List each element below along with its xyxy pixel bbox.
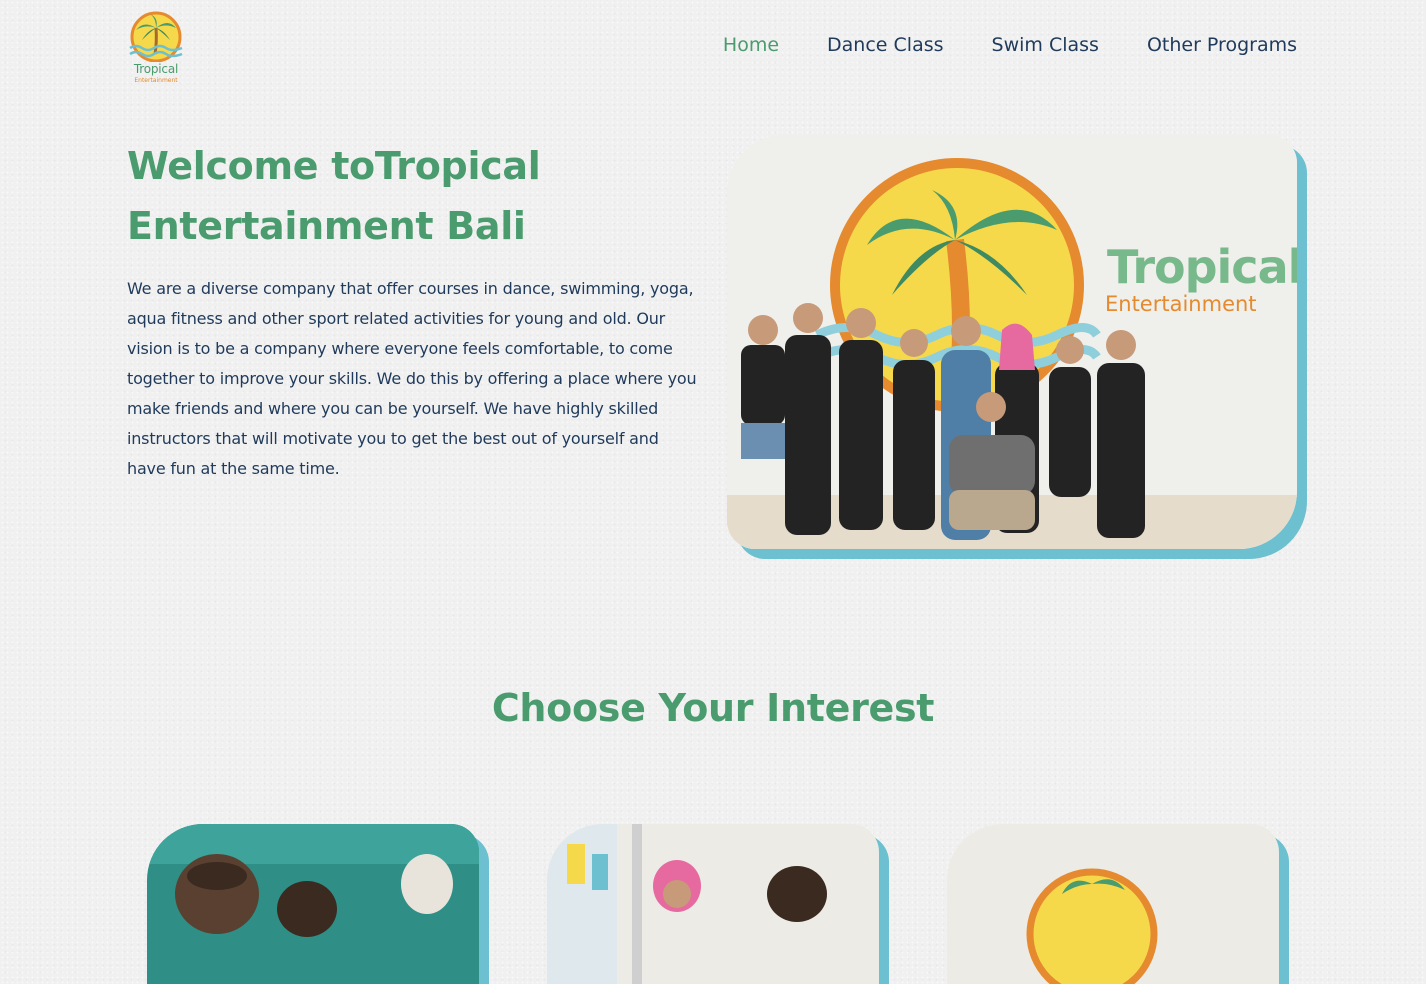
interest-card-dance[interactable]	[547, 824, 889, 984]
nav-item-dance-class[interactable]: Dance Class	[827, 34, 943, 56]
interest-card-photo	[547, 824, 879, 984]
interest-card-swim[interactable]	[147, 824, 489, 984]
logo-wordmark: Tropical	[133, 62, 179, 76]
hero-title: Welcome toTropical Entertainment Bali	[127, 144, 541, 248]
main-nav: Home Dance Class Swim Class Other Progra…	[723, 34, 1297, 56]
interest-card-photo	[147, 824, 479, 984]
hero-description: We are a diverse company that offer cour…	[127, 279, 697, 478]
dance-photo-illustration	[547, 824, 879, 984]
swim-photo-illustration	[147, 824, 479, 984]
nav-item-swim-class[interactable]: Swim Class	[992, 34, 1099, 56]
wall-brand-subtitle: Entertainment	[1105, 292, 1257, 316]
nav-item-other-programs[interactable]: Other Programs	[1147, 34, 1297, 56]
programs-photo-illustration	[947, 824, 1279, 984]
interest-card-photo	[947, 824, 1279, 984]
palm-tree-logo-icon	[129, 11, 183, 62]
hero-team-photo: Tropical Entertainment	[727, 135, 1297, 549]
section-title-interests: Choose Your Interest	[491, 686, 935, 730]
nav-item-home[interactable]: Home	[723, 34, 779, 56]
interest-card-other-programs[interactable]	[947, 824, 1289, 984]
hero-photo-frame: Tropical Entertainment	[727, 135, 1307, 559]
wall-brand-sign: Tropical Entertainment	[1105, 240, 1297, 317]
wall-brand-word: Tropical	[1107, 240, 1297, 294]
team-photo-illustration	[727, 135, 1297, 549]
logo[interactable]: Tropical Entertainment	[126, 10, 186, 86]
logo-subtitle: Entertainment	[134, 77, 178, 84]
